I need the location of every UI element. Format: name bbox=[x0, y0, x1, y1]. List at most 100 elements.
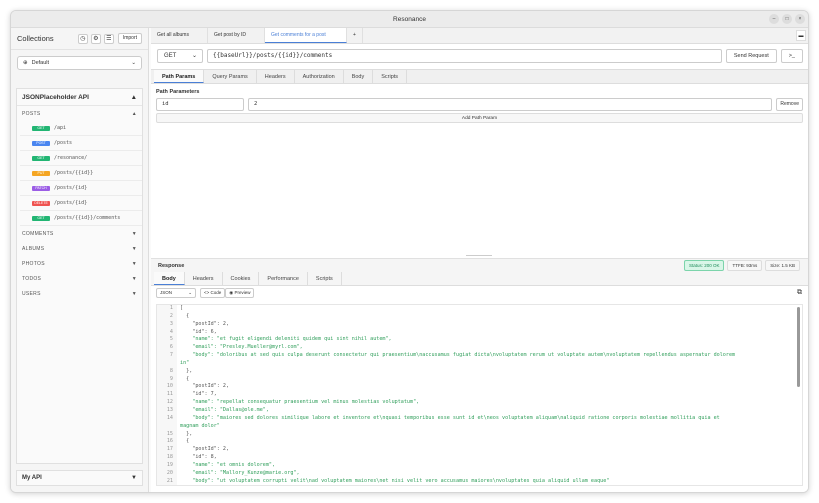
line-text: "email": "Mallory_Kunze@marie.org", bbox=[180, 469, 300, 476]
tab-get-post-by-id[interactable]: Get post by ID bbox=[208, 28, 265, 43]
line-number: 10 bbox=[166, 383, 173, 390]
method-badge: PUT bbox=[32, 170, 50, 176]
terminal-button[interactable]: >_ bbox=[780, 49, 803, 63]
line-number: 12 bbox=[166, 399, 173, 406]
tab-query-params[interactable]: Query Params bbox=[204, 70, 257, 83]
response-tab-scripts[interactable]: Scripts bbox=[308, 272, 342, 285]
code-line: 4 "id": 6, bbox=[157, 329, 802, 337]
copy-icon[interactable]: ⧉ bbox=[797, 289, 802, 297]
method-badge: DELETE bbox=[32, 200, 50, 206]
code-line: 5 "name": "et fugit eligendi deleniti qu… bbox=[157, 336, 802, 344]
line-text: }, bbox=[180, 367, 193, 374]
chevron-down-icon: ▼ bbox=[131, 260, 137, 267]
code-line: 18 "id": 8, bbox=[157, 454, 802, 462]
chevron-down-icon: ▼ bbox=[131, 290, 137, 297]
request-item[interactable]: GET/posts/{{id}}/comments bbox=[20, 211, 142, 226]
folder-posts[interactable]: POSTS ▲ bbox=[17, 106, 142, 121]
line-text: [ bbox=[180, 305, 184, 311]
line-text: { bbox=[180, 312, 190, 319]
resize-handle[interactable] bbox=[466, 255, 492, 256]
request-item[interactable]: GET/resonance/ bbox=[20, 151, 142, 166]
add-tab-button[interactable]: + bbox=[347, 28, 363, 43]
send-request-button[interactable]: Send Request bbox=[725, 49, 777, 63]
code-line: 17 "postId": 2, bbox=[157, 446, 802, 454]
tab-headers[interactable]: Headers bbox=[257, 70, 295, 83]
remove-param-button[interactable]: Remove bbox=[776, 98, 803, 111]
line-number: 3 bbox=[169, 320, 173, 327]
chevron-down-icon: ⌄ bbox=[191, 53, 197, 59]
close-button[interactable]: × bbox=[795, 14, 805, 24]
folder-todos[interactable]: TODOS ▼ bbox=[17, 271, 142, 286]
request-item[interactable]: DELETE/posts/{id} bbox=[20, 196, 142, 211]
request-path: /posts/{{id}} bbox=[54, 170, 94, 176]
tab-authorization[interactable]: Authorization bbox=[295, 70, 344, 83]
line-text: "id": 7, bbox=[180, 391, 217, 398]
environment-value: Default bbox=[31, 60, 50, 66]
environment-select[interactable]: ⊕ Default ⌄ bbox=[17, 56, 142, 70]
param-key-input[interactable]: id bbox=[156, 98, 244, 111]
format-select[interactable]: JSON ⌄ bbox=[156, 288, 196, 298]
code-line: 6 "email": "Presley.Mueller@myrl.com", bbox=[157, 344, 802, 352]
line-number: 7 bbox=[169, 352, 173, 359]
request-item[interactable]: PATCH/posts/{id} bbox=[20, 181, 142, 196]
line-number bbox=[157, 423, 177, 431]
import-button[interactable]: Import bbox=[117, 33, 142, 44]
tab-get-comments[interactable]: Get comments for a post bbox=[265, 28, 347, 43]
code-view-button[interactable]: <> Code bbox=[200, 288, 226, 298]
minimize-button[interactable]: – bbox=[769, 14, 779, 24]
collection-header[interactable]: JSONPlaceholder API ▲ bbox=[17, 89, 142, 106]
response-tab-performance[interactable]: Performance bbox=[259, 272, 308, 285]
request-path: /posts/{{id}}/comments bbox=[54, 215, 121, 221]
preview-label: Preview bbox=[234, 290, 251, 295]
folder-label: PHOTOS bbox=[22, 260, 45, 267]
history-icon[interactable]: ◷ bbox=[77, 33, 88, 44]
tab-body[interactable]: Body bbox=[344, 70, 374, 83]
url-input[interactable]: {{baseUrl}}/posts/{{id}}/comments bbox=[207, 49, 722, 63]
method-select[interactable]: GET ⌄ bbox=[157, 49, 203, 63]
request-tabs: Get all albums Get post by ID Get commen… bbox=[151, 28, 808, 44]
folder-comments[interactable]: COMMENTS ▼ bbox=[17, 226, 142, 241]
code-line: 15 }, bbox=[157, 431, 802, 439]
collection-my-api[interactable]: My API ▼ bbox=[16, 470, 143, 486]
menu-icon[interactable]: ▬ bbox=[796, 30, 806, 41]
add-path-param-button[interactable]: Add Path Param bbox=[156, 113, 803, 123]
gear-icon[interactable]: ⚙ bbox=[90, 33, 101, 44]
response-tab-body[interactable]: Body bbox=[154, 272, 185, 285]
line-number: 14 bbox=[166, 414, 173, 421]
line-number: 22 bbox=[157, 485, 177, 486]
response-panel: Response Status: 200 OK TTFB: 93ms Size:… bbox=[151, 255, 808, 492]
maximize-button[interactable]: □ bbox=[782, 14, 792, 24]
code-line: 13 "email": "Dallas@ole.me", bbox=[157, 407, 802, 415]
request-item[interactable]: GET/api bbox=[20, 121, 142, 136]
response-tab-cookies[interactable]: Cookies bbox=[223, 272, 260, 285]
param-value-input[interactable]: 2 bbox=[248, 98, 773, 111]
folder-albums[interactable]: ALBUMS ▼ bbox=[17, 241, 142, 256]
request-item[interactable]: POST/posts bbox=[20, 136, 142, 151]
line-number: 19 bbox=[166, 461, 173, 468]
folder-users[interactable]: USERS ▼ bbox=[17, 286, 142, 301]
chevron-down-icon: ⌄ bbox=[131, 60, 136, 66]
tab-scripts[interactable]: Scripts bbox=[373, 70, 408, 83]
code-line: in" bbox=[157, 360, 802, 368]
tab-get-all-albums[interactable]: Get all albums bbox=[151, 28, 208, 43]
request-item[interactable]: PUT/posts/{{id}} bbox=[20, 166, 142, 181]
folder-photos[interactable]: PHOTOS ▼ bbox=[17, 256, 142, 271]
preview-button[interactable]: ◉ Preview bbox=[225, 288, 255, 298]
folder-label: COMMENTS bbox=[22, 230, 54, 237]
line-text: "name": "repellat consequatur praesentiu… bbox=[180, 399, 420, 406]
tab-path-params[interactable]: Path Params bbox=[154, 70, 205, 83]
code-line: 10 "postId": 2, bbox=[157, 383, 802, 391]
code-line: 11 "id": 7, bbox=[157, 391, 802, 399]
line-text: }, bbox=[180, 430, 193, 437]
window-title: Resonance bbox=[393, 16, 426, 23]
line-text: "id": 6, bbox=[180, 328, 217, 335]
code-line: 8 }, bbox=[157, 368, 802, 376]
line-text: "postId": 2, bbox=[180, 383, 230, 390]
chevron-down-icon: ▼ bbox=[131, 245, 137, 252]
code-line: magnam dolor" bbox=[157, 423, 802, 431]
line-number: 2 bbox=[169, 312, 173, 319]
layout-icon[interactable]: ☰ bbox=[103, 33, 114, 44]
code-line: 16 { bbox=[157, 438, 802, 446]
method-badge: PATCH bbox=[32, 185, 50, 191]
response-tab-headers[interactable]: Headers bbox=[185, 272, 223, 285]
